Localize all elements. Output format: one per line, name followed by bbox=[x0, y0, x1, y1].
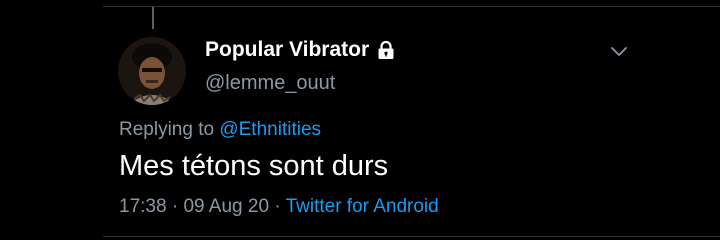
tweet-meta: 17:38 · 09 Aug 20 · Twitter for Android bbox=[119, 196, 439, 218]
replying-to-label: Replying to bbox=[119, 119, 215, 140]
tweet-text: Mes tétons sont durs bbox=[119, 150, 389, 182]
thread-connector-line bbox=[152, 7, 154, 29]
lock-icon bbox=[377, 40, 395, 60]
bottom-divider bbox=[103, 236, 720, 237]
author-handle[interactable]: @lemme_ouut bbox=[205, 72, 335, 95]
replying-to-line: Replying to @Ethnitities bbox=[119, 119, 321, 141]
author-display-name[interactable]: Popular Vibrator bbox=[205, 38, 369, 62]
meta-separator: · bbox=[171, 196, 179, 217]
avatar-photo-icon bbox=[118, 37, 186, 105]
tweet-source-link[interactable]: Twitter for Android bbox=[286, 196, 439, 217]
chevron-down-icon[interactable] bbox=[608, 40, 630, 62]
tweet-time: 17:38 bbox=[119, 196, 167, 217]
top-divider bbox=[103, 6, 720, 7]
avatar[interactable] bbox=[118, 37, 186, 105]
reply-mention-link[interactable]: @Ethnitities bbox=[219, 119, 321, 140]
meta-separator: · bbox=[274, 196, 281, 217]
author-display-name-row[interactable]: Popular Vibrator bbox=[205, 38, 395, 62]
tweet-date: 09 Aug 20 bbox=[183, 196, 270, 217]
